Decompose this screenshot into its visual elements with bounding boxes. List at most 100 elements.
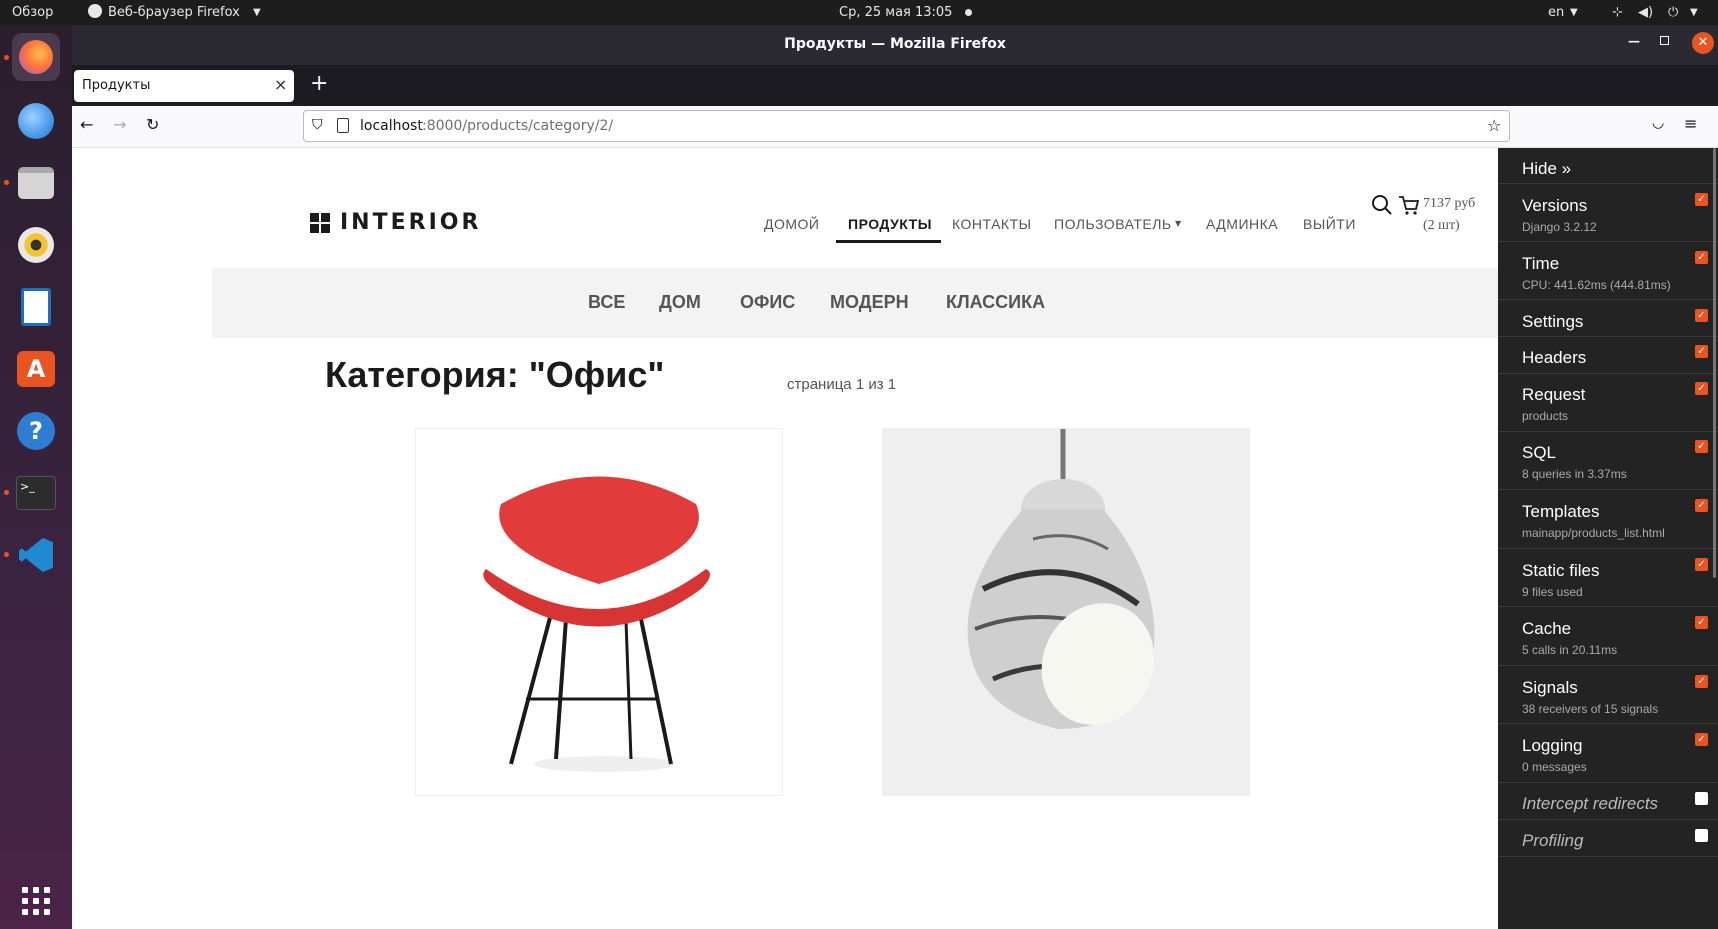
checkbox-checked-icon[interactable]: ✓ bbox=[1695, 345, 1708, 358]
url-bar[interactable]: ⛉ localhost :8000/products/category/2/ ☆ bbox=[303, 110, 1510, 142]
category-classic[interactable]: КЛАССИКА bbox=[946, 292, 1045, 313]
user-dropdown-caret-icon: ▼ bbox=[1175, 219, 1182, 228]
panel-intercept-redirects[interactable]: Intercept redirects bbox=[1498, 783, 1718, 820]
checkbox-checked-icon[interactable]: ✓ bbox=[1695, 193, 1708, 206]
panel-subtitle: CPU: 441.62ms (444.81ms) bbox=[1522, 278, 1671, 292]
site-logo[interactable]: INTERIOR bbox=[340, 210, 481, 235]
category-home[interactable]: ДОМ bbox=[659, 292, 701, 313]
panel-signals[interactable]: Signals 38 receivers of 15 signals ✓ bbox=[1498, 666, 1718, 724]
terminal-dock-icon[interactable]: >_ bbox=[12, 469, 60, 517]
product-card[interactable] bbox=[415, 428, 783, 796]
vscode-dock-icon[interactable] bbox=[12, 531, 60, 579]
panel-title: Request bbox=[1522, 385, 1586, 404]
menu-icon[interactable]: ≡ bbox=[1684, 114, 1697, 133]
language-indicator[interactable]: en bbox=[1548, 5, 1564, 20]
toolbar-hide-row: Hide » bbox=[1498, 148, 1718, 184]
grid-icon bbox=[22, 887, 50, 915]
firefox-icon bbox=[19, 40, 53, 74]
checkbox-unchecked-icon[interactable] bbox=[1695, 829, 1708, 842]
checkbox-checked-icon[interactable]: ✓ bbox=[1695, 382, 1708, 395]
panel-settings[interactable]: Settings ✓ bbox=[1498, 300, 1718, 337]
show-apps-button[interactable] bbox=[12, 881, 60, 921]
tab-products[interactable]: Продукты × bbox=[74, 70, 294, 102]
close-window-button[interactable]: ✕ bbox=[1692, 32, 1714, 54]
category-office[interactable]: ОФИС bbox=[740, 292, 795, 313]
checkbox-checked-icon[interactable]: ✓ bbox=[1695, 558, 1708, 571]
checkbox-checked-icon[interactable]: ✓ bbox=[1695, 675, 1708, 688]
nav-user[interactable]: ПОЛЬЗОВАТЕЛЬ bbox=[1054, 216, 1172, 232]
panel-title: SQL bbox=[1522, 443, 1557, 462]
panel-subtitle: 0 messages bbox=[1522, 760, 1587, 774]
clock[interactable]: Ср, 25 мая 13:05 bbox=[839, 5, 952, 20]
category-all[interactable]: ВСЕ bbox=[588, 292, 625, 313]
tab-bar: Продукты × + bbox=[72, 65, 1718, 106]
software-dock-icon[interactable]: A bbox=[12, 345, 60, 393]
panel-logging[interactable]: Logging 0 messages ✓ bbox=[1498, 724, 1718, 783]
cart-icon[interactable] bbox=[1398, 194, 1420, 220]
page-info-icon[interactable] bbox=[337, 118, 349, 133]
writer-dock-icon[interactable] bbox=[12, 283, 60, 331]
panel-sql[interactable]: SQL 8 queries in 3.37ms ✓ bbox=[1498, 432, 1718, 490]
panel-headers[interactable]: Headers ✓ bbox=[1498, 337, 1718, 374]
product-card[interactable] bbox=[882, 428, 1250, 796]
restore-icon[interactable] bbox=[1660, 36, 1669, 45]
new-tab-button[interactable]: + bbox=[310, 71, 328, 96]
toolbar-scrollbar[interactable] bbox=[1713, 148, 1716, 578]
close-tab-icon[interactable]: × bbox=[274, 75, 287, 94]
pocket-icon[interactable]: ◡ bbox=[1652, 115, 1664, 131]
firefox-dock-icon[interactable] bbox=[12, 33, 60, 81]
reload-icon[interactable]: ↻ bbox=[146, 115, 159, 134]
panel-templates[interactable]: Templates mainapp/products_list.html ✓ bbox=[1498, 490, 1718, 549]
hide-toolbar-link[interactable]: Hide » bbox=[1522, 159, 1571, 179]
dock: A ? >_ bbox=[0, 25, 72, 929]
panel-title: Versions bbox=[1522, 196, 1588, 215]
running-indicator bbox=[4, 55, 9, 60]
panel-cache[interactable]: Cache 5 calls in 20.11ms ✓ bbox=[1498, 607, 1718, 666]
checkbox-checked-icon[interactable]: ✓ bbox=[1695, 733, 1708, 746]
app-menu[interactable]: Веб-браузер Firefox bbox=[108, 5, 240, 20]
forward-icon[interactable]: → bbox=[113, 115, 126, 134]
network-icon[interactable]: ⊹ bbox=[1612, 5, 1623, 20]
power-icon[interactable]: ⏻ bbox=[1668, 5, 1678, 20]
system-menu-chevron-icon[interactable]: ▼ bbox=[1690, 7, 1698, 18]
checkbox-checked-icon[interactable]: ✓ bbox=[1695, 616, 1708, 629]
activities-button[interactable]: Обзор bbox=[12, 5, 53, 20]
firefox-app-icon bbox=[88, 4, 102, 18]
panel-subtitle: Django 3.2.12 bbox=[1522, 220, 1597, 234]
panel-profiling[interactable]: Profiling bbox=[1498, 820, 1718, 857]
nav-contacts[interactable]: КОНТАКТЫ bbox=[952, 216, 1032, 232]
pagination-info: страница 1 из 1 bbox=[787, 376, 897, 393]
panel-request[interactable]: Request products ✓ bbox=[1498, 374, 1718, 432]
back-icon[interactable]: ← bbox=[80, 115, 93, 134]
window-title: Продукты — Mozilla Firefox bbox=[784, 36, 1006, 52]
cart-price: 7137 руб bbox=[1423, 196, 1476, 211]
panel-versions[interactable]: Versions Django 3.2.12 ✓ bbox=[1498, 184, 1718, 242]
nav-home[interactable]: ДОМОЙ bbox=[764, 216, 820, 232]
category-modern[interactable]: МОДЕРН bbox=[830, 292, 909, 313]
panel-time[interactable]: Time CPU: 441.62ms (444.81ms) ✓ bbox=[1498, 242, 1718, 300]
rhythmbox-dock-icon[interactable] bbox=[12, 221, 60, 269]
files-dock-icon[interactable] bbox=[12, 159, 60, 207]
page-viewport: INTERIOR ДОМОЙ ПРОДУКТЫ КОНТАКТЫ ПОЛЬЗОВ… bbox=[72, 148, 1718, 929]
checkbox-checked-icon[interactable]: ✓ bbox=[1695, 251, 1708, 264]
red-chair-image bbox=[483, 476, 710, 772]
panel-static-files[interactable]: Static files 9 files used ✓ bbox=[1498, 549, 1718, 607]
help-dock-icon[interactable]: ? bbox=[12, 407, 60, 455]
url-host: localhost bbox=[360, 118, 423, 134]
nav-products[interactable]: ПРОДУКТЫ bbox=[848, 216, 932, 232]
thunderbird-icon bbox=[18, 103, 54, 139]
nav-admin[interactable]: АДМИНКА bbox=[1206, 216, 1278, 232]
volume-icon[interactable]: ◀) bbox=[1638, 5, 1653, 20]
terminal-icon: >_ bbox=[16, 476, 56, 510]
search-icon[interactable] bbox=[1371, 194, 1393, 220]
nav-logout[interactable]: ВЫЙТИ bbox=[1303, 216, 1356, 232]
checkbox-checked-icon[interactable]: ✓ bbox=[1695, 309, 1708, 322]
panel-title: Static files bbox=[1522, 561, 1600, 580]
minimize-icon[interactable]: — bbox=[1628, 34, 1640, 48]
checkbox-checked-icon[interactable]: ✓ bbox=[1695, 499, 1708, 512]
bookmark-star-icon[interactable]: ☆ bbox=[1487, 116, 1501, 135]
checkbox-checked-icon[interactable]: ✓ bbox=[1695, 440, 1708, 453]
checkbox-unchecked-icon[interactable] bbox=[1695, 792, 1708, 805]
thunderbird-dock-icon[interactable] bbox=[12, 97, 60, 145]
shield-icon[interactable]: ⛉ bbox=[312, 117, 323, 133]
